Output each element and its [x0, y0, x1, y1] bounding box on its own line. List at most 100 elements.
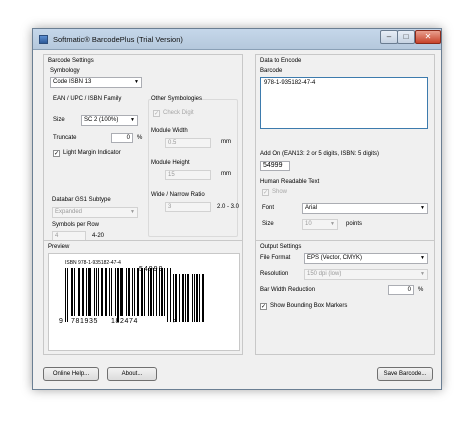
preview-panel: Preview ISBN 978-1-935182-47-4 54999 9 7…	[43, 240, 243, 355]
chevron-down-icon: ▼	[130, 117, 135, 123]
barcode-bar	[137, 268, 139, 316]
ratio-label: Wide / Narrow Ratio	[151, 192, 205, 198]
barcode-settings-title: Barcode Settings	[48, 58, 94, 64]
check-digit-label: Check Digit	[163, 110, 194, 116]
preview-quiet-mark: >	[173, 318, 178, 325]
barcode-bar	[71, 268, 73, 316]
font-label: Font	[262, 205, 275, 211]
addon-bar	[188, 274, 190, 322]
size-value: SC 2 (100%)	[84, 117, 119, 123]
barcode-bar	[117, 268, 119, 322]
barcode-bar	[134, 268, 136, 316]
barcode-bar	[93, 268, 95, 316]
online-help-button[interactable]: Online Help...	[43, 367, 99, 381]
ean-group-title: EAN / UPC / ISBN Family	[53, 96, 122, 102]
module-width-value: 0.5	[168, 140, 177, 146]
symbology-value: Code ISBN 13	[53, 79, 92, 85]
module-height-input[interactable]: 15	[165, 170, 211, 180]
chevron-down-icon: ▼	[130, 209, 135, 215]
module-height-label: Module Height	[151, 160, 190, 166]
data-to-encode-title: Data to Encode	[260, 58, 302, 64]
addon-label: Add On (EAN13: 2 or 5 digits, ISBN: 5 di…	[260, 151, 380, 157]
barcode-bar	[128, 268, 130, 316]
barcode-bar	[156, 268, 158, 316]
module-height-value: 15	[168, 172, 175, 178]
maximize-button[interactable]: □	[397, 30, 415, 44]
close-button[interactable]: ✕	[415, 30, 441, 44]
barcode-bar	[132, 268, 134, 316]
preview-digit-left: 9	[59, 318, 63, 325]
databar-subtype-value: Expanded	[55, 209, 83, 215]
barcode-bar	[111, 268, 113, 316]
barcode-bar	[164, 268, 165, 316]
barcode-bars	[49, 254, 241, 352]
resolution-value: 150 dpi (low)	[307, 271, 342, 277]
ean-upc-isbn-group: EAN / UPC / ISBN Family Size SC 2 (100%)…	[50, 96, 145, 167]
addon-input[interactable]: 54999	[260, 161, 290, 171]
barcode-preview: ISBN 978-1-935182-47-4 54999 9 781935 18…	[48, 253, 240, 351]
barcode-bar	[105, 268, 107, 316]
bounding-box-checkbox[interactable]: ✓	[260, 303, 267, 310]
symbology-select[interactable]: Code ISBN 13 ▼	[50, 77, 142, 88]
barcode-bar	[109, 268, 110, 316]
preview-digits-group2: 182474	[111, 318, 138, 325]
minimize-button[interactable]: –	[380, 30, 398, 44]
check-digit-checkbox[interactable]: ✓	[153, 110, 160, 117]
addon-bar	[197, 274, 199, 322]
save-barcode-button[interactable]: Save Barcode...	[377, 367, 433, 381]
barcode-bar	[144, 268, 146, 316]
hrt-size-label: Size	[262, 221, 274, 227]
addon-bar	[193, 274, 195, 322]
bar-width-reduction-unit: %	[418, 287, 424, 293]
show-hrt-checkbox[interactable]: ✓	[262, 189, 269, 196]
barcode-bar	[73, 268, 75, 316]
resolution-label: Resolution	[260, 271, 289, 277]
ratio-input[interactable]: 3	[165, 202, 211, 212]
barcode-bar	[147, 268, 149, 316]
barcode-bar	[153, 268, 154, 316]
barcode-bar	[98, 268, 99, 316]
font-select[interactable]: Arial ▼	[302, 203, 428, 214]
barcode-bar	[167, 268, 169, 322]
truncate-unit: %	[137, 135, 143, 141]
addon-bar	[173, 274, 174, 322]
size-select[interactable]: SC 2 (100%) ▼	[81, 115, 138, 126]
font-value: Arial	[305, 205, 318, 211]
symbols-per-row-value: 4	[55, 233, 59, 239]
symbols-per-row-label: Symbols per Row	[52, 222, 100, 228]
addon-bar	[176, 274, 178, 322]
about-button[interactable]: About...	[107, 367, 157, 381]
app-icon	[39, 35, 48, 44]
symbols-range: 4-20	[92, 233, 105, 239]
bar-width-reduction-input[interactable]: 0	[388, 285, 414, 295]
light-margin-checkbox[interactable]: ✓	[53, 150, 60, 157]
truncate-value: 0	[126, 135, 130, 141]
show-hrt-label: Show	[272, 189, 288, 195]
barcode-bar	[79, 268, 81, 316]
barcode-bar	[158, 268, 160, 316]
title-bar[interactable]: Softmatic® BarcodePlus (Trial Version) –…	[33, 29, 441, 50]
barcode-data-label: Barcode	[260, 68, 283, 74]
truncate-input[interactable]: 0	[111, 133, 133, 143]
barcode-bar	[150, 268, 152, 316]
resolution-select[interactable]: 150 dpi (low) ▼	[304, 269, 428, 280]
module-width-input[interactable]: 0.5	[165, 138, 211, 148]
databar-subtype-select[interactable]: Expanded ▼	[52, 207, 138, 218]
barcode-bar	[95, 268, 97, 316]
symbology-label: Symbology	[50, 68, 80, 74]
addon-bar	[191, 274, 193, 322]
human-readable-title: Human Readable Text	[260, 179, 320, 185]
addon-bar	[199, 274, 201, 322]
barcode-bar	[67, 268, 69, 322]
chevron-down-icon: ▼	[420, 271, 425, 277]
barcode-data-input[interactable]: 978-1-935182-47-4	[260, 77, 428, 129]
chevron-down-icon: ▼	[420, 255, 425, 261]
barcode-bar	[122, 268, 124, 316]
hrt-size-select[interactable]: 10 ▼	[302, 219, 338, 230]
truncate-label: Truncate	[53, 135, 77, 141]
barcode-bar	[102, 268, 104, 316]
addon-bar	[182, 274, 184, 322]
light-margin-label: Light Margin Indicator	[63, 150, 121, 156]
file-format-select[interactable]: EPS (Vector, CMYK) ▼	[304, 253, 428, 264]
barcode-bar	[65, 268, 66, 322]
